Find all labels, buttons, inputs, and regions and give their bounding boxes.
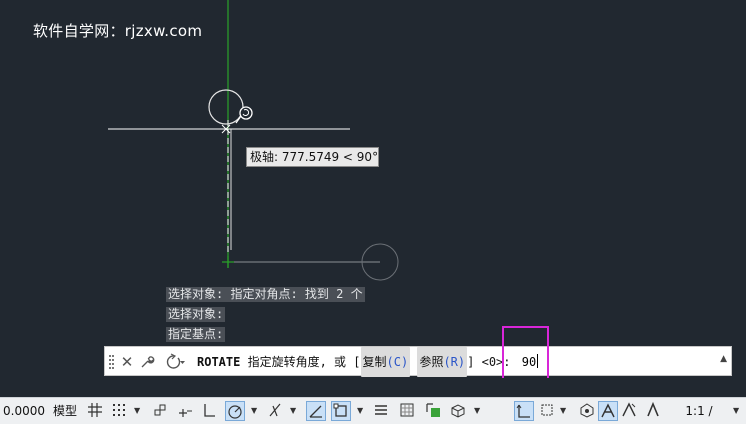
- history-line: 选择对象:: [166, 307, 226, 322]
- drag-grip-icon[interactable]: [109, 355, 115, 369]
- lineweight-icon[interactable]: [372, 401, 392, 421]
- scale-readout[interactable]: 1:1 / 100%: [668, 400, 730, 422]
- wrench-icon[interactable]: [138, 352, 156, 372]
- ortho-icon[interactable]: [200, 401, 220, 421]
- coordinate-readout[interactable]: 0.0000: [2, 400, 46, 422]
- rotate-cursor-badge: [239, 106, 253, 120]
- input-highlight-box: [502, 326, 549, 383]
- close-icon[interactable]: ✕: [118, 352, 136, 372]
- status-bar: 0.0000 模型 ▼ ▼ ▼ ▼ ▼ ▼ 1:1 / ▼: [0, 397, 746, 424]
- snap-icon[interactable]: [110, 401, 130, 421]
- watermark: 软件自学网：rjzxw.com: [33, 22, 203, 40]
- isometric-icon[interactable]: [266, 401, 286, 421]
- selection-filter-icon[interactable]: [538, 401, 558, 421]
- infer-constraints-icon[interactable]: [152, 401, 172, 421]
- object-snap-tracking-icon[interactable]: [306, 401, 326, 421]
- option-reference-label: 参照: [419, 355, 444, 369]
- 3d-snap-dropdown-icon[interactable]: ▼: [474, 402, 480, 420]
- polar-tooltip: 极轴: 777.5749 < 90°: [246, 147, 379, 167]
- status-spacer: [0, 378, 746, 397]
- option-reference[interactable]: 参照(R): [417, 347, 468, 377]
- model-tab[interactable]: 模型: [50, 400, 80, 422]
- history-toggle-icon[interactable]: ▲: [720, 354, 727, 364]
- history-line: 选择对象: 指定对角点: 找到 2 个: [166, 287, 365, 302]
- history-line: 指定基点:: [166, 327, 226, 342]
- isometric-dropdown-icon[interactable]: ▼: [290, 402, 296, 420]
- cursor-circle: [208, 89, 244, 125]
- drawing-svg: [108, 0, 399, 281]
- command-line-bar[interactable]: ✕ ROTATE 指定旋转角度, 或 [复制(C) 参照(R)] <0>: 90…: [104, 346, 732, 377]
- scale-dropdown-icon[interactable]: ▼: [733, 402, 739, 420]
- command-prompt-text: 指定旋转角度, 或 [: [247, 355, 361, 369]
- auto-scale-icon[interactable]: [620, 401, 640, 421]
- option-copy-key: (C): [386, 355, 409, 369]
- annotation-visibility-icon[interactable]: [598, 401, 618, 421]
- command-prompt[interactable]: ROTATE 指定旋转角度, 或 [复制(C) 参照(R)] <0>: 90: [197, 347, 539, 377]
- annotation-scale-icon[interactable]: [644, 401, 664, 421]
- option-copy-label: 复制: [362, 355, 387, 369]
- option-reference-key: (R): [443, 355, 466, 369]
- object-snap-dropdown-icon[interactable]: ▼: [357, 402, 363, 420]
- 3d-object-snap-icon[interactable]: [449, 401, 469, 421]
- command-name: ROTATE: [197, 355, 241, 369]
- dynamic-ucs-icon[interactable]: [514, 401, 534, 421]
- drawing-canvas[interactable]: 软件自学网：rjzxw.com 极轴: 777.5749 < 90° 选择对象:…: [0, 0, 746, 378]
- selection-filter-dropdown-icon[interactable]: ▼: [560, 402, 566, 420]
- dynamic-input-icon[interactable]: [176, 401, 196, 421]
- polar-dropdown-icon[interactable]: ▼: [251, 402, 257, 420]
- transparency-icon[interactable]: [398, 401, 418, 421]
- snap-dropdown-icon[interactable]: ▼: [134, 402, 140, 420]
- object-snap-icon[interactable]: [331, 401, 351, 421]
- grid-icon[interactable]: [86, 401, 106, 421]
- option-copy[interactable]: 复制(C): [360, 347, 411, 377]
- polar-tracking-icon[interactable]: [225, 401, 245, 421]
- selection-cycling-icon[interactable]: [424, 401, 444, 421]
- rotate-icon[interactable]: [163, 352, 185, 372]
- gizmo-icon[interactable]: [578, 401, 598, 421]
